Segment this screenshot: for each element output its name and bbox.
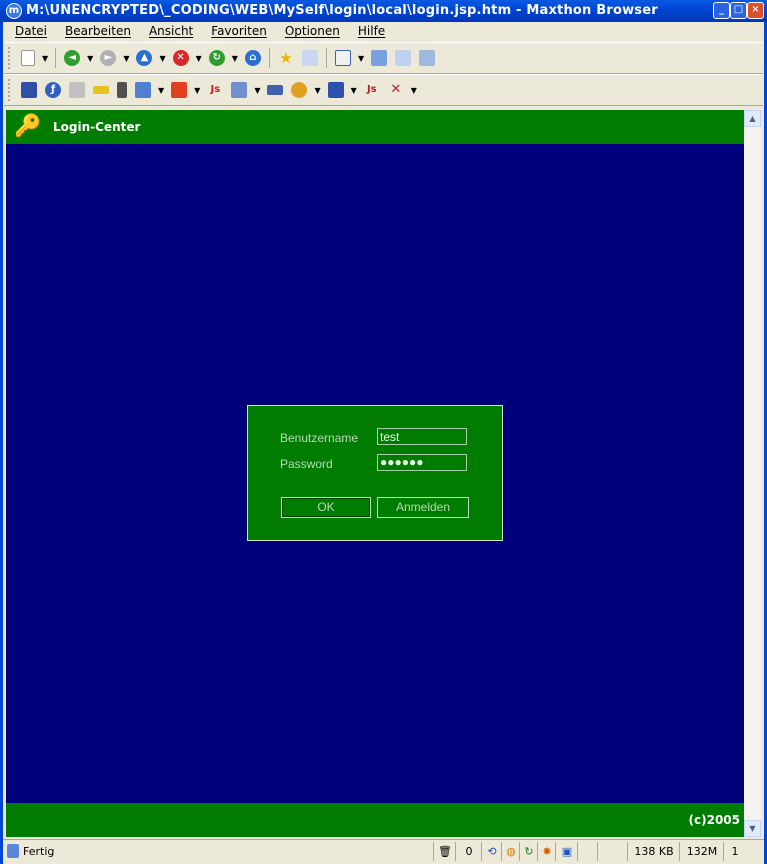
anmelden-button[interactable]: Anmelden (377, 497, 469, 518)
plugin-toolbar: ƒ ▼ ▼ Js ▼ ▼ ▼ Js ✕ ▼ (4, 74, 763, 106)
up-icon[interactable]: ▲ (136, 50, 153, 66)
forward-icon[interactable]: ► (100, 50, 117, 66)
keys-icon: 🔑 (14, 114, 42, 139)
memory-kb: 138 KB (627, 842, 680, 861)
minimize-button[interactable]: _ (713, 2, 730, 19)
ok-button[interactable]: OK (281, 497, 371, 518)
javascript-icon[interactable]: Js (207, 82, 223, 98)
home-icon[interactable]: ⌂ (244, 50, 261, 66)
flash-icon[interactable]: ƒ (45, 82, 61, 98)
window-list-icon[interactable] (135, 82, 151, 98)
checkbox-dropdown-icon[interactable]: ▼ (351, 86, 357, 95)
proxy-icon[interactable] (291, 82, 308, 98)
navigation-toolbar: ▼ ◄ ▼ ► ▼ ▲ ▼ ✕ ▼ ↻ ▼ ⌂ ★ ▼ (4, 42, 763, 74)
menu-optionen[interactable]: Optionen (276, 23, 349, 41)
password-label: Password (280, 457, 333, 471)
popup-blocker-dropdown-icon[interactable]: ▼ (194, 86, 200, 95)
scroll-down-icon[interactable]: ▼ (744, 820, 761, 837)
up-dropdown-icon[interactable]: ▼ (159, 54, 165, 63)
cleaner-icon[interactable]: ✕ (388, 82, 404, 98)
proxy-dropdown-icon[interactable]: ▼ (314, 86, 320, 95)
stop-icon[interactable]: ✕ (172, 50, 189, 66)
toolbar-grip[interactable] (8, 47, 13, 69)
new-page-icon[interactable] (21, 50, 35, 66)
title-bar[interactable]: m M:\UNENCRYPTED\_CODING\WEB\MySelf\logi… (0, 0, 767, 22)
browser-window: m M:\UNENCRYPTED\_CODING\WEB\MySelf\logi… (0, 0, 767, 864)
menu-hilfe[interactable]: Hilfe (349, 23, 394, 41)
list-icon[interactable] (267, 85, 284, 95)
page-content: 🔑 Login-Center Benutzername Password ●●●… (6, 110, 744, 837)
history-icon[interactable] (301, 50, 318, 66)
close-button[interactable]: × (747, 2, 764, 19)
vertical-scrollbar[interactable]: ▲ ▼ (744, 110, 761, 837)
copyright: (c)2005 (688, 813, 740, 827)
menu-datei[interactable]: Datei (6, 23, 56, 41)
status-bar: Fertig 🗑 0 ⟲ ◍ ↻ ✸ ▣ 138 KB 132M 1 (3, 839, 764, 863)
recycle-icon[interactable] (419, 50, 436, 66)
layout-icon[interactable] (334, 50, 351, 66)
refresh-dropdown-icon[interactable]: ▼ (232, 54, 238, 63)
block-ads-dropdown-icon[interactable]: ▼ (254, 86, 260, 95)
trash-counter: 0 (455, 842, 482, 861)
menu-bar: Datei Bearbeiten Ansicht Favoriten Optio… (6, 23, 394, 41)
page-header: 🔑 Login-Center (6, 110, 744, 144)
refresh-icon[interactable]: ↻ (208, 50, 225, 66)
back-dropdown-icon[interactable]: ▼ (87, 54, 93, 63)
trash-icon[interactable]: 🗑 (433, 842, 456, 861)
window-list-dropdown-icon[interactable]: ▼ (158, 86, 164, 95)
menu-bearbeiten[interactable]: Bearbeiten (56, 23, 140, 41)
block-ads-icon[interactable] (231, 82, 248, 98)
checkbox-icon[interactable] (327, 82, 344, 98)
login-form: Benutzername Password ●●●●●● OK Anmelden (247, 405, 503, 541)
scroll-up-icon[interactable]: ▲ (744, 110, 761, 127)
page-footer: (c)2005 (6, 803, 744, 837)
password-input[interactable]: ●●●●●● (377, 454, 467, 471)
window-status-icon[interactable]: ▣ (555, 842, 578, 861)
back-icon[interactable]: ◄ (64, 50, 81, 66)
mouse-gesture-icon[interactable] (69, 82, 85, 98)
popup-blocker-icon[interactable] (171, 82, 188, 98)
forward-dropdown-icon[interactable]: ▼ (123, 54, 129, 63)
layout-dropdown-icon[interactable]: ▼ (358, 54, 364, 63)
new-page-dropdown-icon[interactable]: ▼ (42, 54, 48, 63)
notepad-icon[interactable] (117, 82, 127, 98)
sync-icon[interactable]: ⟲ (481, 842, 502, 861)
stop-dropdown-icon[interactable]: ▼ (196, 54, 202, 63)
toolbar-grip-2[interactable] (8, 79, 13, 101)
sun-icon[interactable]: ✸ (537, 842, 556, 861)
filter-icon[interactable]: ◍ (501, 842, 520, 861)
cleaner-dropdown-icon[interactable]: ▼ (411, 86, 417, 95)
memory-m: 132M (679, 842, 724, 861)
status-text: Fertig (23, 845, 55, 858)
plugin-screen-icon[interactable] (21, 82, 37, 98)
refresh-status-icon[interactable]: ↻ (519, 842, 538, 861)
page-status-icon (7, 844, 19, 858)
menu-favoriten[interactable]: Favoriten (202, 23, 276, 41)
window-title: M:\UNENCRYPTED\_CODING\WEB\MySelf\login\… (26, 3, 658, 18)
maximize-button[interactable]: □ (730, 2, 747, 19)
username-input[interactable] (377, 428, 467, 445)
maxthon-icon: m (6, 3, 22, 19)
key-icon[interactable] (93, 86, 109, 94)
favorites-star-icon[interactable]: ★ (278, 50, 294, 66)
menu-ansicht[interactable]: Ansicht (140, 23, 202, 41)
javascript-toggle-icon[interactable]: Js (364, 82, 380, 98)
tab-count: 1 (723, 842, 746, 861)
username-label: Benutzername (280, 431, 359, 445)
page-title: Login-Center (53, 120, 141, 134)
fullscreen-icon[interactable] (371, 50, 388, 66)
split-window-icon[interactable] (395, 50, 412, 66)
